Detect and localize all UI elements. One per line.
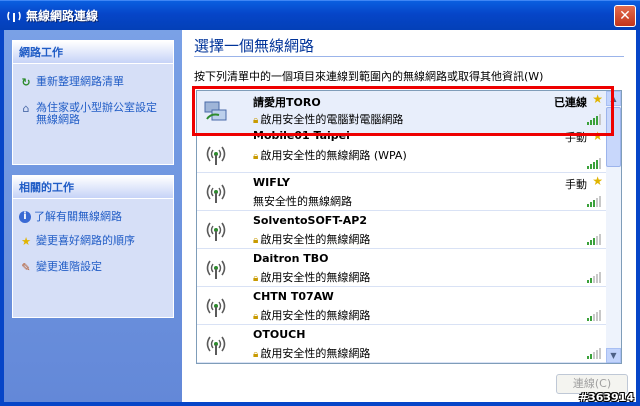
refresh-icon: ↻ — [21, 76, 31, 89]
network-security: 🔒︎ 啟用安全性的無線網路 — [253, 231, 370, 247]
network-row[interactable]: OTOUCH 🔒︎ 啟用安全性的無線網路 — [197, 325, 607, 363]
page-title: 選擇一個無線網路 — [194, 37, 315, 55]
wireless-icon — [7, 11, 21, 22]
task-label: 為住家或小型辦公室設定無線網路 — [36, 101, 157, 126]
window-title: 無線網路連線 — [26, 9, 99, 23]
network-row[interactable]: CHTN T07AW 🔒︎ 啟用安全性的無線網路 — [197, 287, 607, 325]
network-security: 無安全性的無線網路 — [253, 193, 352, 209]
network-name: OTOUCH — [253, 328, 306, 341]
task-label: 變更喜好網路的順序 — [36, 234, 135, 247]
security-label: 啟用安全性的無線網路 — [260, 271, 371, 284]
network-row[interactable]: SolventoSOFT-AP2 🔒︎ 啟用安全性的無線網路 — [197, 211, 607, 249]
change-advanced-settings-link[interactable]: ✎ 變更進階設定 — [19, 261, 167, 275]
wireless-antenna-icon — [206, 298, 226, 317]
lock-icon: 🔒︎ — [253, 235, 259, 246]
network-name: CHTN T07AW — [253, 290, 334, 303]
wireless-antenna-icon — [206, 184, 226, 203]
wireless-antenna-icon — [206, 336, 226, 355]
wireless-antenna-icon — [206, 146, 226, 165]
watermark: #363914 — [578, 391, 634, 404]
wireless-antenna-icon — [206, 260, 226, 279]
signal-strength-icon — [587, 310, 601, 321]
security-label: 啟用安全性的無線網路 — [260, 233, 371, 246]
network-security: 🔒︎ 啟用安全性的無線網路 — [253, 307, 370, 323]
security-label: 啟用安全性的無線網路 — [260, 309, 371, 322]
title-bar: 無線網路連線 ✕ — [0, 0, 640, 30]
network-name: Daitron TBO — [253, 252, 329, 265]
signal-strength-icon — [587, 348, 601, 359]
security-label: 啟用安全性的無線網路 (WPA) — [260, 149, 407, 162]
instruction-text: 按下列清單中的一個項目來連線到範圍內的無線網路或取得其他資訊(W) — [194, 70, 544, 83]
setup-network-icon: ⌂ — [22, 102, 30, 115]
signal-strength-icon — [587, 158, 601, 169]
scroll-down-button[interactable]: ▼ — [606, 348, 621, 363]
wireless-antenna-icon — [206, 222, 226, 241]
network-row[interactable]: WIFLY 無安全性的無線網路 手動 ★ — [197, 173, 607, 211]
network-name: WIFLY — [253, 176, 291, 189]
network-tasks-panel: 網路工作 ↻ 重新整理網路清單 ⌂ 為住家或小型辦公室設定無線網路 — [12, 40, 174, 165]
change-preferred-order-link[interactable]: ★ 變更喜好網路的順序 — [19, 235, 167, 249]
star-icon: ★ — [21, 235, 31, 248]
close-button[interactable]: ✕ — [614, 5, 636, 27]
settings-icon: ✎ — [21, 261, 31, 274]
network-row[interactable]: E-COFFEE — [197, 363, 607, 364]
setup-wireless-network-link[interactable]: ⌂ 為住家或小型辦公室設定無線網路 — [19, 102, 167, 126]
sidebar: 網路工作 ↻ 重新整理網路清單 ⌂ 為住家或小型辦公室設定無線網路 相關的工作 … — [4, 30, 182, 402]
connection-status: 手動 — [565, 178, 587, 191]
network-row[interactable]: Daitron TBO 🔒︎ 啟用安全性的無線網路 — [197, 249, 607, 287]
divider — [194, 56, 624, 57]
network-row[interactable]: Mobile01 Taipei 🔒︎ 啟用安全性的無線網路 (WPA) 手動 ★ — [197, 129, 607, 173]
task-label: 了解有關無線網路 — [34, 210, 122, 223]
lock-icon: 🔒︎ — [253, 151, 259, 162]
highlight-box — [192, 86, 614, 136]
network-security: 🔒︎ 啟用安全性的無線網路 — [253, 269, 370, 285]
lock-icon: 🔒︎ — [253, 311, 259, 322]
task-label: 變更進階設定 — [36, 260, 102, 273]
panel-header: 網路工作 — [13, 41, 173, 64]
security-label: 啟用安全性的無線網路 — [260, 347, 371, 360]
signal-strength-icon — [587, 234, 601, 245]
info-icon: i — [19, 211, 31, 223]
panel-header: 相關的工作 — [13, 176, 173, 199]
network-name: SolventoSOFT-AP2 — [253, 214, 367, 227]
refresh-network-list-link[interactable]: ↻ 重新整理網路清單 — [19, 76, 167, 90]
network-security: 🔒︎ 啟用安全性的無線網路 (WPA) — [253, 147, 407, 163]
network-security: 🔒︎ 啟用安全性的無線網路 — [253, 345, 370, 361]
security-label: 無安全性的無線網路 — [253, 195, 352, 208]
lock-icon: 🔒︎ — [253, 273, 259, 284]
lock-icon: 🔒︎ — [253, 349, 259, 360]
learn-wireless-link[interactable]: i 了解有關無線網路 — [19, 211, 167, 223]
signal-strength-icon — [587, 272, 601, 283]
related-tasks-panel: 相關的工作 i 了解有關無線網路 ★ 變更喜好網路的順序 ✎ 變更進階設定 — [12, 175, 174, 318]
task-label: 重新整理網路清單 — [36, 75, 124, 88]
signal-strength-icon — [587, 196, 601, 207]
preferred-star-icon: ★ — [592, 174, 603, 188]
